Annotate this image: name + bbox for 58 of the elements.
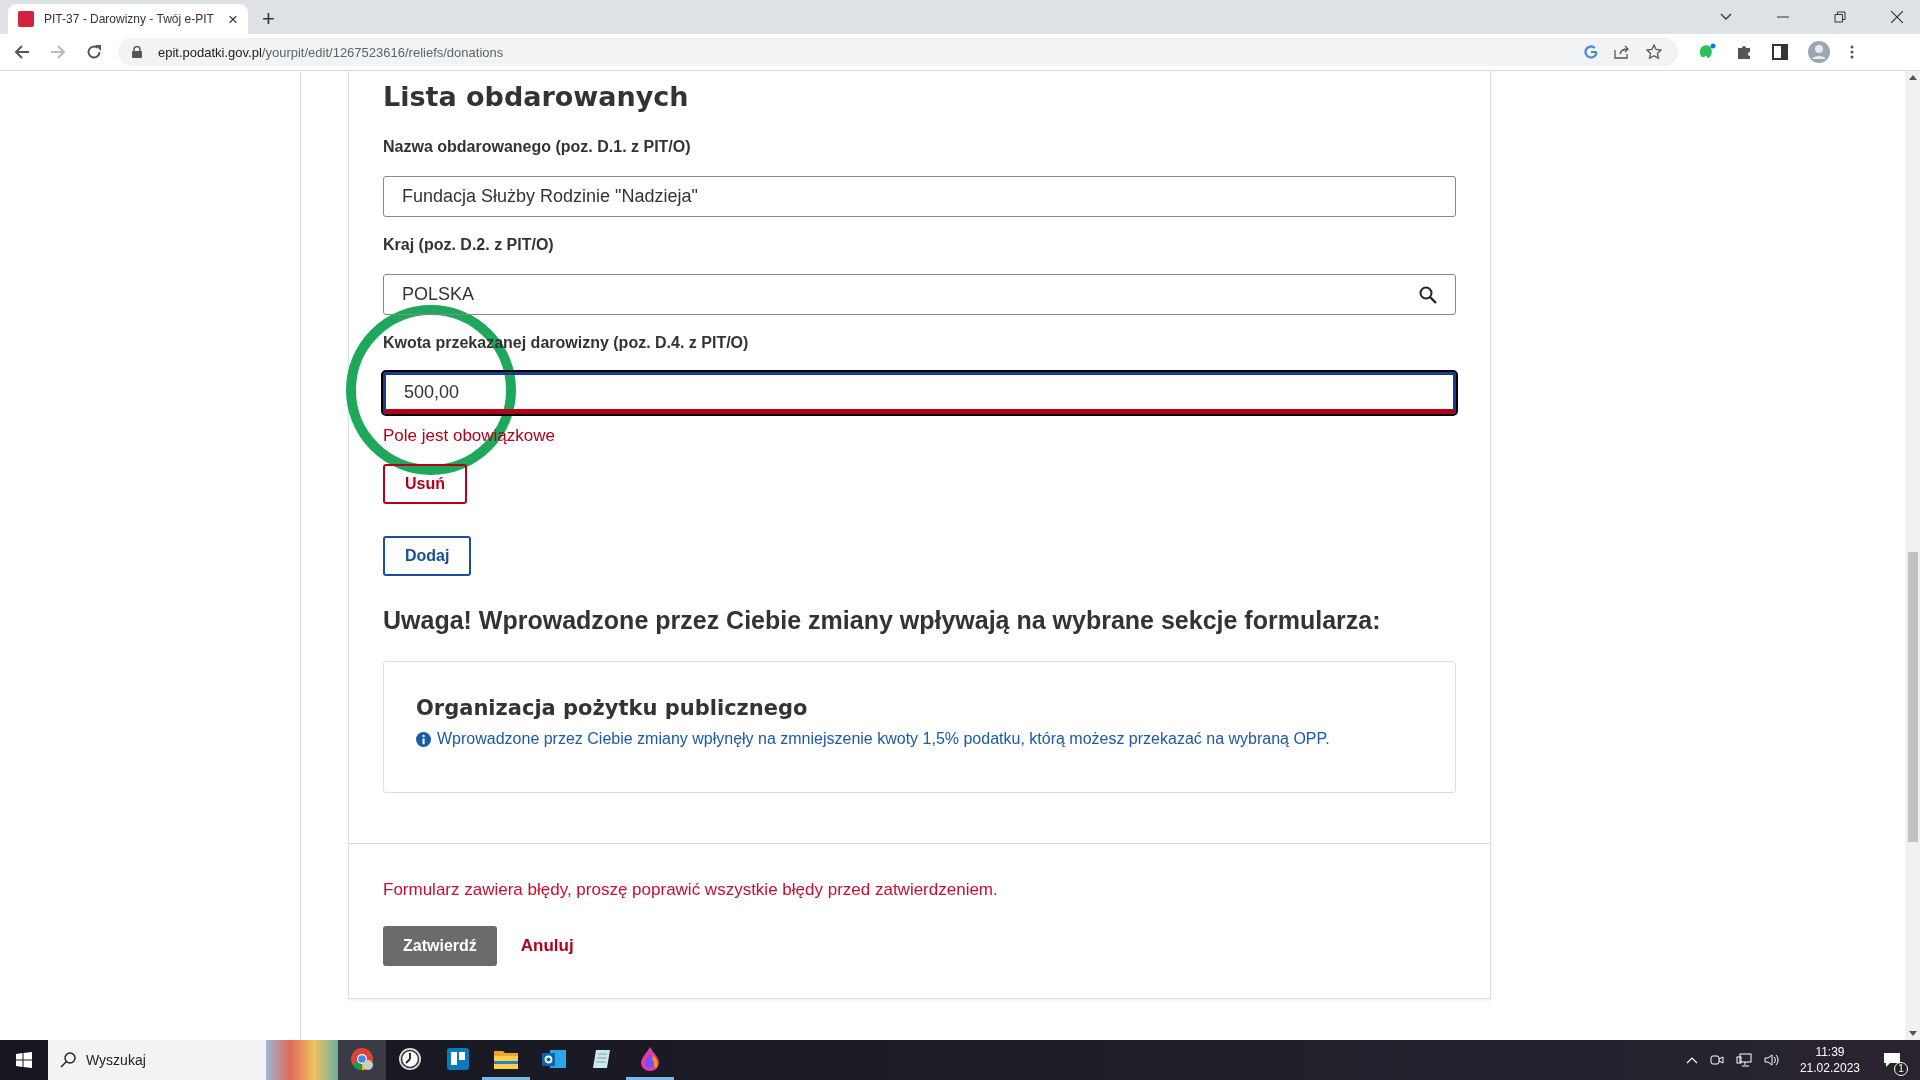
input-field[interactable]: Fundacja Służby Rodzinie "Nadzieja" — [383, 176, 1456, 217]
scroll-up-arrow-icon[interactable] — [1908, 75, 1917, 80]
scroll-down-arrow-icon[interactable] — [1908, 1031, 1917, 1036]
field-label: Kraj (poz. D.2. z PIT/O) — [383, 236, 555, 254]
close-icon[interactable]: × — [228, 10, 238, 28]
camera-icon[interactable] — [1709, 1053, 1724, 1067]
back-arrow-icon[interactable] — [14, 44, 30, 60]
chevron-down-icon[interactable] — [1720, 13, 1732, 21]
section-heading: Lista obdarowanych — [383, 81, 690, 112]
taskbar-app[interactable] — [338, 1040, 386, 1080]
puzzle-icon[interactable] — [1736, 44, 1752, 60]
restore-icon[interactable] — [1834, 11, 1846, 23]
scrollbar-thumb[interactable] — [1907, 552, 1918, 842]
notice-heading: Uwaga! Wprowadzone przez Ciebie zmiany wpływają na wybrane sekcje formularza: — [383, 606, 1382, 635]
network-icon[interactable] — [1735, 1053, 1752, 1067]
scrollbar[interactable] — [1905, 71, 1920, 1040]
url-text: epit.podatki.gov.pl/yourpit/edit/1267523616/reliefs/donations — [158, 44, 504, 60]
close-icon[interactable] — [1891, 11, 1903, 23]
field-label: Nazwa obdarowanego (poz. D.1. z PIT/O) — [383, 138, 692, 156]
paint-drop-icon — [641, 1046, 659, 1071]
input-field[interactable]: 500,00 — [383, 372, 1456, 414]
lock-icon — [132, 46, 142, 58]
section-title: Organizacja pożytku publicznego — [416, 696, 809, 720]
side-panel-icon[interactable] — [1772, 44, 1788, 60]
notepad-icon — [591, 1047, 613, 1070]
reload-icon[interactable] — [86, 44, 102, 60]
info-text: Wprowadzone przez Ciebie zmiany wpłynęły na zmniejszenie kwoty 1,5% podatku, którą możesz przekazać na wybraną OPP. — [437, 730, 1330, 748]
more-menu-icon[interactable] — [1850, 45, 1854, 59]
new-tab-button[interactable]: + — [262, 8, 275, 30]
info-icon — [416, 731, 431, 747]
board-icon — [447, 1047, 469, 1070]
street-illustration — [266, 1040, 338, 1080]
form-error-message: Formularz zawiera błędy, proszę poprawić wszystkie błędy przed zatwierdzeniem. — [383, 880, 999, 900]
windows-logo-icon[interactable] — [16, 1052, 32, 1068]
submit-button[interactable]: Zatwierdź — [383, 926, 497, 966]
share-icon[interactable] — [1614, 45, 1630, 59]
star-icon[interactable] — [1646, 44, 1662, 60]
folder-icon — [494, 1048, 518, 1069]
speaker-icon[interactable] — [1763, 1053, 1780, 1067]
chevron-up-icon[interactable] — [1685, 1056, 1698, 1064]
taskbar-search-field[interactable]: Wyszukaj — [48, 1040, 338, 1080]
search-field[interactable]: POLSKA — [383, 274, 1456, 315]
tab-title: PIT-37 - Darowizny - Twój e-PIT — [44, 12, 215, 26]
clock-icon — [398, 1046, 422, 1071]
clock-time[interactable]: 11:39 — [1815, 1043, 1845, 1060]
remove-button[interactable]: Usuń — [383, 464, 467, 504]
address-bar[interactable]: epit.podatki.gov.pl/yourpit/edit/1267523616/reliefs/donations — [118, 38, 1678, 66]
notification-badge: 1 — [1894, 1062, 1908, 1076]
mail-icon — [542, 1047, 566, 1070]
search-icon[interactable] — [1419, 285, 1437, 304]
browser-tab[interactable]: PIT-37 - Darowizny - Twój e-PIT × — [8, 4, 248, 34]
browser-icon — [350, 1046, 374, 1071]
clock-date[interactable]: 21.02.2023 — [1799, 1060, 1860, 1077]
notification-icon[interactable] — [1883, 1052, 1901, 1068]
google-icon[interactable] — [1584, 45, 1598, 59]
cancel-link[interactable]: Anuluj — [520, 936, 574, 956]
search-icon — [60, 1052, 76, 1068]
add-button[interactable]: Dodaj — [383, 536, 472, 576]
